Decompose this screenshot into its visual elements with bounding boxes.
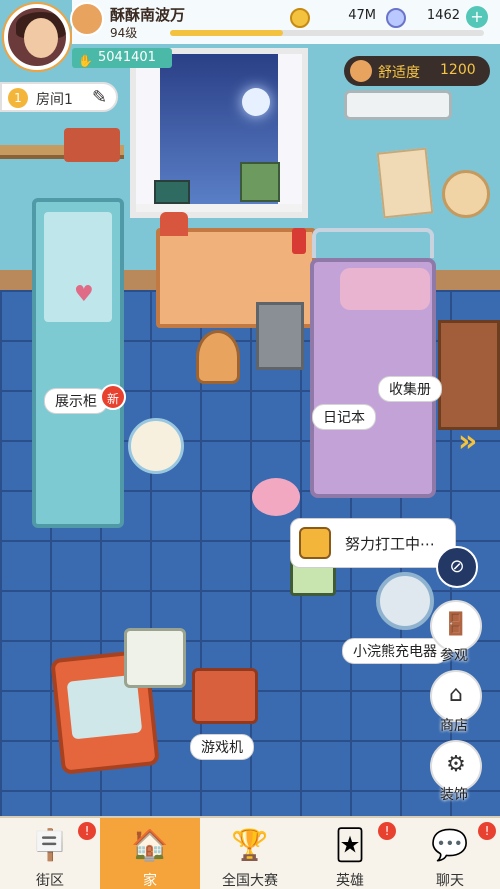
gem-icon [386, 8, 406, 28]
working-text: 努力打工中⋯ [345, 535, 436, 553]
comfort-display[interactable]: 舒适度 1200 [344, 56, 490, 86]
floor-lamp[interactable] [442, 170, 490, 218]
chat-bubble-icon: 💬 [431, 828, 469, 863]
briefcase-icon [299, 527, 331, 559]
xp-fill [170, 30, 284, 36]
nav-chat-badge: ! [478, 822, 496, 840]
toy-fire-truck[interactable] [64, 128, 120, 162]
bottom-nav: 🪧 街区 ! 🏠 家 🏆 全国大赛 🃏 英雄 ! 💬 聊天 ! [0, 816, 500, 889]
nightstand[interactable] [438, 320, 500, 430]
player-avatar[interactable] [4, 4, 70, 70]
game-machine-label[interactable]: 游戏机 [190, 734, 254, 760]
nav-heroes-label: 英雄 [336, 873, 364, 889]
cards-icon: 🃏 [334, 828, 366, 863]
comfort-value: 1200 [440, 62, 476, 78]
nav-contest[interactable]: 🏆 全国大赛 [200, 818, 300, 889]
nav-home[interactable]: 🏠 家 [100, 818, 200, 889]
player-name: 酥酥南波万 [110, 6, 186, 24]
nav-heroes-badge: ! [378, 822, 396, 840]
eye-off-icon[interactable]: ⊘ [436, 546, 478, 588]
pillow [340, 268, 430, 310]
shop-icon: ⌂ [449, 682, 463, 707]
nav-chat-label: 聊天 [436, 873, 464, 889]
door-icon: 🚪 [442, 612, 470, 637]
raccoon-charger[interactable] [376, 572, 434, 630]
air-conditioner[interactable] [344, 90, 452, 120]
gem-count: 1462 [426, 8, 460, 23]
nav-heroes[interactable]: 🃏 英雄 ! [300, 818, 400, 889]
console-stand[interactable] [124, 628, 186, 688]
visit-label: 参观 [440, 648, 468, 664]
nav-home-label: 家 [143, 873, 157, 889]
player-id: 5041401 [98, 50, 156, 65]
curtain-right [278, 54, 302, 204]
avatar-face [24, 18, 58, 58]
nav-chat[interactable]: 💬 聊天 ! [400, 818, 500, 889]
player-level: 94级 [110, 26, 138, 40]
house-icon: 🏠 [131, 828, 169, 863]
player-id-badge[interactable]: ✋ 5041401 [72, 48, 172, 68]
comfort-label: 舒适度 [378, 65, 420, 81]
nav-street[interactable]: 🪧 街区 ! [0, 818, 100, 889]
nav-contest-label: 全国大赛 [222, 873, 278, 889]
add-currency-button[interactable]: + [466, 6, 488, 28]
gear-icon: ⚙ [446, 752, 466, 777]
robot-label[interactable]: 小浣熊充电器 [342, 638, 448, 664]
signpost-icon: 🪧 [31, 828, 69, 863]
desk-drawer[interactable] [256, 302, 304, 370]
room-number: 1 [8, 88, 28, 108]
trophy-icon: 🏆 [231, 828, 269, 863]
new-badge: 新 [100, 384, 126, 410]
nav-street-label: 街区 [36, 873, 64, 889]
room-name: 房间1 [36, 92, 73, 108]
pet-avatar[interactable] [70, 2, 104, 36]
stacked-books[interactable] [240, 162, 280, 202]
edit-icon[interactable]: ✎ [92, 87, 107, 108]
desk-lamp[interactable] [160, 212, 188, 236]
wall-poster[interactable] [376, 147, 434, 219]
moon [242, 88, 270, 116]
game-machine[interactable] [192, 668, 258, 724]
books[interactable] [154, 180, 190, 204]
pouf[interactable] [252, 478, 300, 516]
soda-can[interactable] [292, 228, 306, 254]
bed-headboard [312, 228, 434, 258]
display-cabinet[interactable]: ♥ [32, 198, 124, 528]
cabinet-glass: ♥ [44, 212, 112, 322]
working-bubble[interactable]: 努力打工中⋯ [290, 518, 456, 568]
shop-label: 商店 [440, 718, 468, 734]
coin-icon [290, 8, 310, 28]
album-label[interactable]: 收集册 [378, 376, 442, 402]
raccoon-icon [350, 60, 372, 82]
heart-icon: ♥ [74, 282, 94, 307]
decorate-label: 装饰 [440, 787, 468, 803]
stool[interactable] [196, 330, 240, 384]
next-room-arrow[interactable]: » [458, 424, 477, 459]
nav-street-badge: ! [78, 822, 96, 840]
room-selector[interactable]: 1 房间1 ✎ [0, 82, 118, 112]
coin-count: 47M [348, 8, 376, 23]
id-icon: ✋ [78, 54, 93, 68]
pet-cat[interactable] [128, 418, 184, 474]
diary-label[interactable]: 日记本 [312, 404, 376, 430]
display-cabinet-label[interactable]: 展示柜 [44, 388, 108, 414]
xp-bar [170, 30, 484, 36]
